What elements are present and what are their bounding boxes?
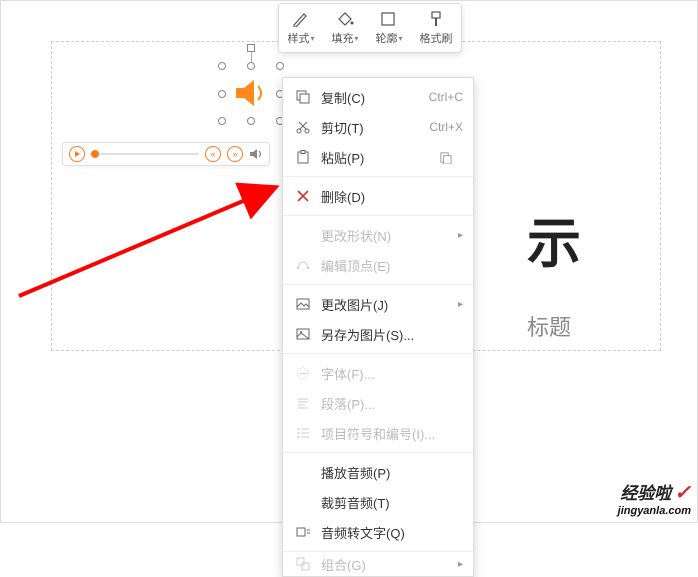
menu-cut-label: 剪切(T) — [321, 118, 429, 137]
menu-font: ㊀ 字体(F)... — [283, 358, 473, 388]
menu-save-as-picture-label: 另存为图片(S)... — [321, 325, 463, 344]
menu-change-picture[interactable]: 更改图片(J) ▸ — [283, 289, 473, 319]
menu-audio-to-text[interactable]: 音频转文字(Q) — [283, 517, 473, 547]
format-painter-label: 格式刷 — [419, 30, 452, 46]
submenu-arrow-icon: ▸ — [458, 299, 463, 310]
menu-separator — [283, 284, 473, 285]
slide-title-fragment: 示 — [527, 199, 581, 278]
audio-track[interactable] — [91, 153, 199, 155]
resize-handle-tm[interactable] — [247, 62, 255, 70]
menu-font-label: 字体(F)... — [321, 364, 463, 383]
copy-icon — [293, 90, 313, 104]
menu-copy-shortcut: Ctrl+C — [429, 90, 463, 104]
play-icon — [75, 151, 80, 157]
menu-change-picture-label: 更改图片(J) — [321, 295, 454, 314]
resize-handle-tl[interactable] — [218, 62, 226, 70]
slide-subtitle-fragment: 标题 — [527, 310, 571, 342]
audio-text-icon — [293, 525, 313, 539]
menu-save-as-picture[interactable]: 另存为图片(S)... — [283, 319, 473, 349]
clipboard-icon — [293, 150, 313, 164]
resize-handle-bm[interactable] — [247, 117, 255, 125]
menu-paragraph: 段落(P)... — [283, 388, 473, 418]
edit-points-icon — [293, 258, 313, 272]
paste-options-icon[interactable] — [435, 151, 455, 164]
picture-icon — [293, 297, 313, 311]
paragraph-icon — [293, 396, 313, 410]
menu-cut[interactable]: 剪切(T) Ctrl+X — [283, 112, 473, 142]
format-painter-button[interactable]: 格式刷 — [415, 8, 456, 48]
audio-player-bar: « » — [62, 142, 270, 166]
style-button[interactable]: 样式▾ — [283, 8, 318, 48]
menu-paste[interactable]: 粘贴(P) — [283, 142, 473, 172]
menu-separator — [283, 215, 473, 216]
save-picture-icon — [293, 327, 313, 341]
play-button[interactable] — [69, 146, 85, 162]
speaker-icon — [234, 78, 266, 108]
bucket-icon — [335, 10, 355, 28]
chevron-down-icon: ▾ — [354, 34, 358, 43]
volume-icon[interactable] — [249, 147, 263, 161]
menu-group: 组合(G) ▸ — [283, 556, 473, 572]
check-icon: ✓ — [674, 482, 691, 505]
resize-handle-bl[interactable] — [218, 117, 226, 125]
track-thumb[interactable] — [91, 150, 99, 158]
menu-play-audio-label: 播放音频(P) — [321, 463, 463, 482]
menu-edit-points-label: 编辑顶点(E) — [321, 256, 463, 275]
menu-play-audio[interactable]: 播放音频(P) — [283, 457, 473, 487]
bullets-icon — [293, 426, 313, 440]
rotate-handle[interactable] — [247, 44, 255, 52]
fill-button[interactable]: 填充▾ — [327, 8, 362, 48]
font-icon: ㊀ — [293, 365, 313, 382]
menu-paste-label: 粘贴(P) — [321, 148, 435, 167]
floating-format-toolbar: 样式▾ 填充▾ 轮廓▾ 格式刷 — [278, 3, 462, 53]
menu-change-shape: 更改形状(N) ▸ — [283, 220, 473, 250]
menu-separator — [283, 452, 473, 453]
resize-handle-tr[interactable] — [276, 62, 284, 70]
watermark: 经验啦✓ jingyanla.com — [618, 482, 691, 518]
menu-audio-to-text-label: 音频转文字(Q) — [321, 523, 463, 542]
outline-icon — [379, 10, 399, 28]
menu-paragraph-label: 段落(P)... — [321, 394, 463, 413]
outline-label: 轮廓 — [375, 30, 397, 46]
outline-button[interactable]: 轮廓▾ — [371, 8, 406, 48]
style-label: 样式 — [287, 30, 309, 46]
menu-copy-label: 复制(C) — [321, 88, 429, 107]
resize-handle-ml[interactable] — [218, 90, 226, 98]
menu-separator — [283, 353, 473, 354]
menu-trim-audio-label: 裁剪音频(T) — [321, 493, 463, 512]
menu-separator — [283, 551, 473, 552]
menu-group-label: 组合(G) — [321, 556, 454, 572]
watermark-url: jingyanla.com — [618, 505, 691, 518]
audio-object[interactable] — [222, 66, 280, 121]
menu-separator — [283, 176, 473, 177]
context-menu: 复制(C) Ctrl+C 剪切(T) Ctrl+X 粘贴(P) 删除(D) 更改… — [282, 77, 474, 577]
menu-edit-points: 编辑顶点(E) — [283, 250, 473, 280]
chevron-down-icon: ▾ — [310, 34, 314, 43]
close-icon — [293, 190, 313, 202]
fill-label: 填充 — [331, 30, 353, 46]
chevron-down-icon: ▾ — [398, 34, 402, 43]
menu-trim-audio[interactable]: 裁剪音频(T) — [283, 487, 473, 517]
group-icon — [293, 557, 313, 571]
scissors-icon — [293, 120, 313, 134]
pencil-icon — [291, 10, 311, 28]
menu-cut-shortcut: Ctrl+X — [429, 120, 463, 134]
prev-button[interactable]: « — [205, 146, 221, 162]
watermark-name: 经验啦 — [620, 484, 671, 504]
menu-bullets-label: 项目符号和编号(I)... — [321, 424, 463, 443]
submenu-arrow-icon: ▸ — [458, 559, 463, 570]
menu-change-shape-label: 更改形状(N) — [321, 226, 454, 245]
menu-delete-label: 删除(D) — [321, 187, 463, 206]
submenu-arrow-icon: ▸ — [458, 230, 463, 241]
menu-copy[interactable]: 复制(C) Ctrl+C — [283, 82, 473, 112]
menu-bullets: 项目符号和编号(I)... — [283, 418, 473, 448]
next-button[interactable]: » — [227, 146, 243, 162]
paintbrush-icon — [426, 10, 446, 28]
menu-delete[interactable]: 删除(D) — [283, 181, 473, 211]
